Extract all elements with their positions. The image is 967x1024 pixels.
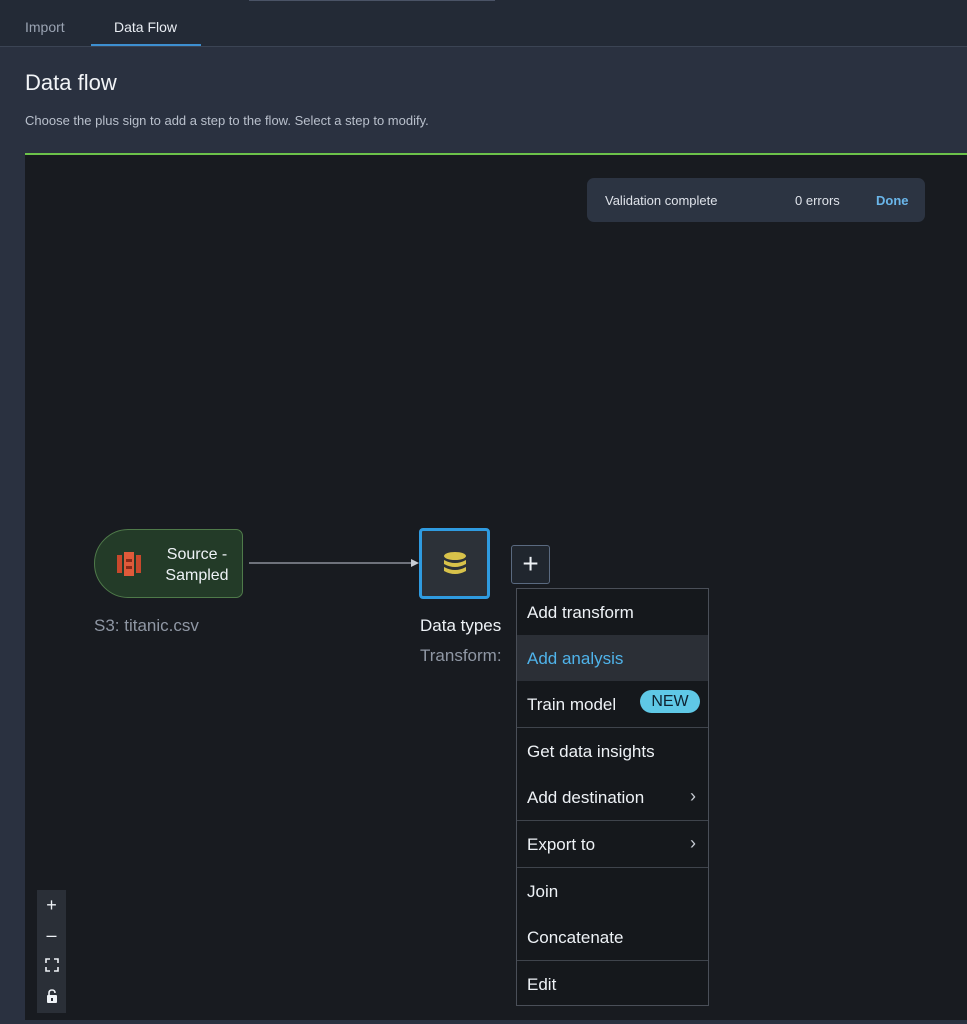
flow-edge	[249, 559, 419, 567]
source-node-label: Source - Sampled	[157, 544, 237, 586]
chevron-right-icon: ›	[690, 786, 696, 806]
tab-import[interactable]: Import	[25, 19, 65, 35]
menu-item-label: Concatenate	[527, 928, 624, 947]
active-tab-indicator	[91, 44, 201, 46]
menu-item-add-transform[interactable]: Add transform	[517, 589, 708, 635]
menu-item-add-destination[interactable]: Add destination ›	[517, 774, 708, 820]
menu-item-label: Add analysis	[527, 649, 624, 668]
source-node-label-line1: Source -	[166, 546, 228, 563]
zoom-out-button[interactable]: –	[37, 920, 66, 950]
menu-item-add-analysis[interactable]: Add analysis	[517, 635, 708, 681]
menu-item-export-to[interactable]: Export to ›	[517, 821, 708, 867]
validation-label: Validation complete	[605, 193, 718, 208]
menu-item-concatenate[interactable]: Concatenate	[517, 914, 708, 960]
tab-data-flow[interactable]: Data Flow	[114, 19, 177, 35]
menu-item-label: Edit	[527, 975, 557, 994]
validation-banner: Validation complete 0 errors Done	[587, 178, 925, 222]
menu-item-label: Train model	[527, 695, 617, 714]
zoom-controls: + –	[37, 890, 66, 1013]
tab-divider	[249, 0, 495, 1]
page-header	[0, 48, 967, 154]
menu-item-join[interactable]: Join	[517, 868, 708, 914]
menu-item-label: Add transform	[527, 603, 634, 622]
menu-item-label: Join	[527, 882, 559, 901]
validation-error-count: 0 errors	[795, 193, 840, 208]
page-subtitle: Choose the plus sign to add a step to th…	[25, 113, 429, 128]
menu-item-label: Add destination	[527, 788, 645, 807]
tab-bar: Import Data Flow	[0, 0, 967, 47]
chevron-right-icon: ›	[690, 833, 696, 853]
transform-node-sublabel: Transform:	[420, 646, 502, 665]
menu-item-get-data-insights[interactable]: Get data insights	[517, 728, 708, 774]
database-icon	[444, 552, 466, 574]
s3-bucket-icon	[117, 552, 141, 576]
transform-node-label: Data types	[420, 616, 502, 635]
source-node[interactable]: Source - Sampled	[94, 529, 243, 598]
menu-item-label: Get data insights	[527, 742, 655, 761]
fit-view-icon[interactable]	[37, 950, 66, 980]
menu-item-label: Export to	[527, 835, 596, 854]
lock-icon[interactable]	[37, 981, 66, 1011]
source-node-sublabel: S3: titanic.csv	[94, 616, 199, 635]
add-step-button[interactable]: +	[511, 545, 550, 584]
validation-done-button[interactable]: Done	[876, 193, 909, 208]
source-node-label-line2: Sampled	[165, 567, 229, 584]
transform-node[interactable]	[419, 528, 490, 599]
menu-item-train-model[interactable]: Train model NEW	[517, 681, 708, 727]
new-badge: NEW	[640, 690, 700, 713]
zoom-in-button[interactable]: +	[37, 890, 66, 920]
page-title: Data flow	[25, 70, 117, 95]
add-step-menu: Add transform Add analysis Train model N…	[516, 588, 709, 1006]
menu-item-edit[interactable]: Edit	[517, 961, 708, 1007]
